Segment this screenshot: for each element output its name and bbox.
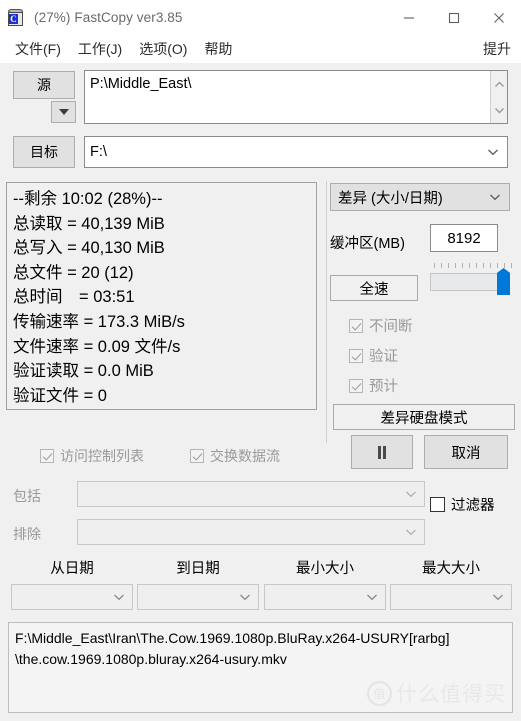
max-size-label: 最大大小: [422, 561, 480, 577]
transfer-stats-panel: --剩余 10:02 (28%)-- 总读取 = 40,139 MiB 总写入 …: [6, 182, 317, 410]
min-size-column: 最小大小: [264, 557, 386, 610]
chevron-down-icon[interactable]: [366, 593, 378, 601]
stat-remaining: --剩余 10:02 (28%)--: [13, 190, 163, 208]
chevron-down-icon[interactable]: [405, 528, 417, 536]
cancel-button[interactable]: 取消: [424, 435, 508, 469]
menu-item-job[interactable]: 工作(J): [71, 37, 129, 61]
stat-total-files: 总文件 = 20 (12): [13, 263, 134, 282]
fastcopy-window: C (27%) FastCopy ver3.85 文件(F) 工作(J) 选项(…: [0, 0, 521, 721]
chevron-down-icon[interactable]: [494, 101, 505, 119]
log-output-panel[interactable]: F:\Middle_East\Iran\The.Cow.1969.1080p.B…: [8, 622, 513, 713]
checkbox-label: 过滤器: [451, 498, 495, 514]
destination-path-value: F:\: [90, 144, 107, 160]
from-date-label: 从日期: [50, 561, 94, 577]
max-size-combo[interactable]: [390, 584, 512, 610]
min-size-combo[interactable]: [264, 584, 386, 610]
checkbox-estimate: 预计: [349, 375, 398, 396]
checkbox-label: 验证: [369, 349, 398, 365]
chevron-down-icon[interactable]: [405, 490, 417, 498]
checkbox-icon[interactable]: [430, 497, 445, 512]
log-line: \the.cow.1969.1080p.bluray.x264-usury.mk…: [15, 651, 287, 667]
close-icon[interactable]: [476, 0, 521, 35]
checkbox-label: 预计: [369, 379, 398, 395]
buffer-size-input[interactable]: 8192: [430, 224, 498, 252]
from-date-column: 从日期: [11, 557, 133, 610]
source-path-value: P:\Middle_East\: [90, 76, 192, 92]
full-speed-button[interactable]: 全速: [330, 275, 418, 301]
watermark: 值 什么值得买: [367, 678, 506, 708]
checkbox-filter[interactable]: 过滤器: [430, 494, 495, 515]
speed-slider-thumb[interactable]: [497, 268, 510, 295]
checkbox-icon: [349, 348, 363, 363]
app-drum-icon: C: [7, 8, 25, 27]
chevron-down-icon[interactable]: [492, 593, 504, 601]
checkbox-label: 交换数据流: [210, 448, 280, 464]
chevron-up-icon[interactable]: [494, 75, 505, 93]
copy-mode-value: 差异 (大小/日期): [338, 190, 443, 207]
include-filter-combo[interactable]: [77, 481, 425, 507]
checkbox-icon: [349, 318, 363, 333]
to-date-column: 到日期: [137, 557, 259, 610]
maximize-icon[interactable]: [431, 0, 476, 35]
title-bar: C (27%) FastCopy ver3.85: [0, 0, 521, 35]
stat-verify-files: 验证文件 = 0: [13, 386, 107, 405]
chevron-down-icon[interactable]: [489, 193, 501, 201]
menu-item-option[interactable]: 选项(O): [132, 37, 194, 61]
chevron-down-icon[interactable]: [239, 593, 251, 601]
checkbox-icon: [349, 378, 363, 393]
checkbox-label: 不间断: [369, 319, 413, 335]
checkbox-alternate-data-stream: 交换数据流: [190, 446, 280, 466]
checkbox-nonstop: 不间断: [349, 315, 413, 336]
min-size-label: 最小大小: [296, 561, 354, 577]
app-icon-letter: C: [9, 13, 18, 24]
destination-path-combo[interactable]: F:\: [84, 136, 508, 168]
checkbox-icon: [40, 449, 54, 463]
to-date-label: 到日期: [176, 561, 220, 577]
exclude-filter-combo[interactable]: [77, 519, 425, 545]
window-controls: [386, 0, 521, 35]
stat-total-time: 总时间 = 03:51: [13, 288, 135, 307]
diff-disk-mode-button[interactable]: 差异硬盘模式: [333, 404, 515, 430]
copy-mode-select[interactable]: 差异 (大小/日期): [330, 183, 510, 211]
menu-bar: 文件(F) 工作(J) 选项(O) 帮助 提升: [0, 35, 521, 63]
destination-button[interactable]: 目标: [13, 136, 75, 168]
stat-total-write: 总写入 = 40,130 MiB: [13, 239, 165, 258]
stat-transfer-rate: 传输速率 = 173.3 MiB/s: [13, 312, 185, 331]
minimize-icon[interactable]: [386, 0, 431, 35]
chevron-down-icon[interactable]: [113, 593, 125, 601]
window-title: (27%) FastCopy ver3.85: [34, 10, 183, 25]
buffer-size-label: 缓冲区(MB): [330, 236, 405, 252]
triangle-down-icon: [58, 109, 69, 115]
stat-file-rate: 文件速率 = 0.09 文件/s: [13, 337, 181, 356]
include-filter-label: 包括: [13, 488, 41, 504]
pause-icon: [377, 445, 387, 459]
from-date-combo[interactable]: [11, 584, 133, 610]
source-button[interactable]: 源: [13, 71, 75, 99]
log-line: F:\Middle_East\Iran\The.Cow.1969.1080p.B…: [15, 630, 450, 646]
chevron-down-icon[interactable]: [487, 148, 499, 156]
max-size-column: 最大大小: [390, 557, 512, 610]
speed-slider-track[interactable]: [430, 273, 506, 291]
checkbox-verify: 验证: [349, 345, 398, 366]
watermark-mark: 值: [367, 680, 392, 706]
menu-item-help[interactable]: 帮助: [197, 37, 239, 61]
panel-divider: [326, 181, 327, 443]
menu-item-file[interactable]: 文件(F): [8, 37, 68, 61]
stat-total-read: 总读取 = 40,139 MiB: [13, 214, 165, 233]
source-history-dropdown-button[interactable]: [51, 101, 76, 123]
pause-button[interactable]: [351, 435, 413, 469]
to-date-combo[interactable]: [137, 584, 259, 610]
source-path-input[interactable]: P:\Middle_East\: [84, 70, 508, 124]
slider-ticks: [434, 263, 512, 269]
checkbox-icon: [190, 449, 204, 463]
exclude-filter-label: 排除: [13, 526, 41, 542]
checkbox-access-control-list: 访问控制列表: [40, 446, 144, 466]
watermark-text: 什么值得买: [396, 683, 506, 706]
stat-verify-read: 验证读取 = 0.0 MiB: [13, 362, 154, 381]
source-scrollbar[interactable]: [490, 71, 507, 123]
checkbox-label: 访问控制列表: [60, 448, 144, 464]
menu-item-elevate[interactable]: 提升: [483, 39, 511, 59]
